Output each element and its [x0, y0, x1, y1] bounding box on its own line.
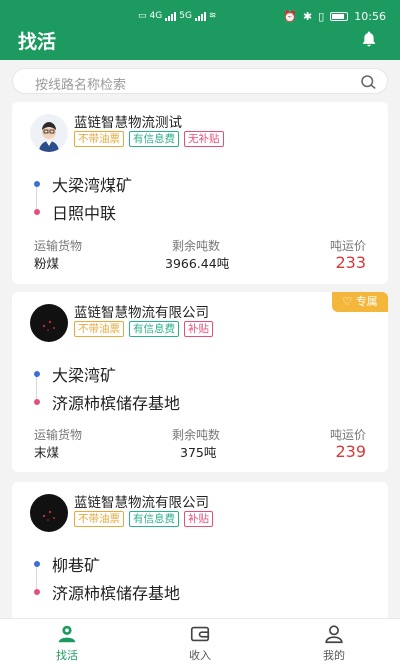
wifi-icon: ≋ [208, 11, 217, 21]
goods-value: 末煤 [34, 445, 60, 460]
destination-place: 济源柿槟储存基地 [52, 584, 181, 603]
signal-icon [165, 11, 177, 21]
status-bar: ▭ 4G 5G ≋ ⏰ ✱ ▯ 10:56 [0, 0, 400, 34]
tag-fuel-ticket: 不带油票 [74, 321, 124, 337]
battery-icon [330, 12, 349, 21]
exclusive-label: 专属 [355, 295, 378, 308]
avatar [30, 304, 68, 342]
remaining-tons-value: 375吨 [180, 445, 217, 460]
heart-icon: ♡ [342, 295, 353, 308]
wallet-icon [190, 626, 210, 642]
tag-subsidy: 无补贴 [184, 131, 224, 147]
tab-label: 收入 [189, 649, 211, 662]
origin-place: 大梁湾煤矿 [52, 176, 133, 195]
price-label: 吨运价 [329, 428, 366, 442]
tag-info-fee: 有信息费 [129, 511, 179, 527]
search-input[interactable]: 按线路名称检索 [35, 74, 126, 93]
tag-fuel-ticket: 不带油票 [74, 131, 124, 147]
destination-dot [34, 589, 40, 595]
goods-value: 粉煤 [34, 256, 60, 271]
tab-income[interactable]: 收入 [160, 623, 240, 663]
search-icon[interactable] [359, 73, 377, 91]
tab-profile[interactable]: 我的 [294, 623, 374, 663]
route-destination: 济源柿槟储存基地 [34, 580, 180, 604]
status-right: ⏰ ✱ ▯ 10:56 [283, 10, 386, 23]
route-destination: 济源柿槟储存基地 [34, 390, 180, 414]
tag-subsidy: 补贴 [184, 321, 213, 337]
origin-place: 大梁湾矿 [52, 366, 117, 385]
sim-icon: ▭ [138, 11, 147, 21]
tag-fuel-ticket: 不带油票 [74, 511, 124, 527]
origin-place: 柳巷矿 [52, 556, 101, 575]
goods-label: 运输货物 [34, 428, 83, 442]
destination-dot [34, 399, 40, 405]
tab-find-work[interactable]: 找活 [27, 623, 107, 663]
company-name: 蓝链智慧物流有限公司 [74, 305, 209, 321]
signal-icon-2 [194, 11, 206, 21]
tab-label: 我的 [323, 649, 345, 662]
price-value: 233 [335, 253, 366, 272]
company-name: 蓝链智慧物流有限公司 [74, 495, 209, 511]
destination-dot [34, 209, 40, 215]
tag-list: 不带油票 有信息费 无补贴 [74, 131, 224, 147]
bell-icon[interactable] [360, 30, 378, 48]
page-title: 找活 [18, 31, 57, 53]
exclusive-badge: ♡ 专属 [332, 292, 388, 312]
bluetooth-icon: ✱ [303, 10, 313, 23]
bottom-tab-bar: 找活 收入 我的 [0, 618, 400, 666]
avatar [30, 494, 68, 532]
goods-label: 运输货物 [34, 239, 83, 253]
origin-dot [34, 371, 40, 377]
remaining-tons-value: 3966.44吨 [165, 256, 230, 271]
remaining-tons-label: 剩余吨数 [172, 428, 221, 442]
search-bar[interactable]: 按线路名称检索 [12, 68, 388, 94]
network-label-5g: 5G [179, 11, 192, 21]
remaining-tons-label: 剩余吨数 [172, 239, 221, 253]
status-time: 10:56 [354, 10, 386, 23]
destination-place: 济源柿槟储存基地 [52, 394, 181, 413]
route-origin: 大梁湾矿 [34, 362, 116, 386]
cargo-card[interactable]: ♡ 专属 蓝链智慧物流有限公司 不带油票 有信息费 补贴 大梁湾矿 济源柿槟储存… [12, 292, 388, 472]
route-origin: 柳巷矿 [34, 552, 100, 576]
tag-info-fee: 有信息费 [129, 131, 179, 147]
price-value: 239 [335, 442, 366, 461]
tag-subsidy: 补贴 [184, 511, 213, 527]
origin-dot [34, 181, 40, 187]
tab-label: 找活 [56, 649, 78, 662]
price-label: 吨运价 [329, 239, 366, 253]
avatar [30, 114, 68, 152]
tag-info-fee: 有信息费 [129, 321, 179, 337]
tag-list: 不带油票 有信息费 补贴 [74, 511, 213, 527]
origin-dot [34, 561, 40, 567]
company-name: 蓝链智慧物流测试 [74, 115, 182, 131]
cargo-card[interactable]: 蓝链智慧物流测试 不带油票 有信息费 无补贴 大梁湾煤矿 日照中联 运输货物 粉… [12, 102, 388, 284]
tag-list: 不带油票 有信息费 补贴 [74, 321, 213, 337]
route-origin: 大梁湾煤矿 [34, 172, 132, 196]
find-work-icon [58, 625, 76, 643]
status-network: ▭ 4G 5G ≋ [138, 11, 216, 21]
network-label-4g: 4G [149, 11, 163, 21]
route-destination: 日照中联 [34, 200, 116, 224]
destination-place: 日照中联 [52, 204, 117, 223]
alarm-icon: ⏰ [283, 10, 298, 23]
profile-icon [325, 625, 343, 644]
cargo-card[interactable]: 蓝链智慧物流有限公司 不带油票 有信息费 补贴 柳巷矿 济源柿槟储存基地 [12, 482, 388, 632]
vibrate-icon: ▯ [318, 10, 325, 23]
